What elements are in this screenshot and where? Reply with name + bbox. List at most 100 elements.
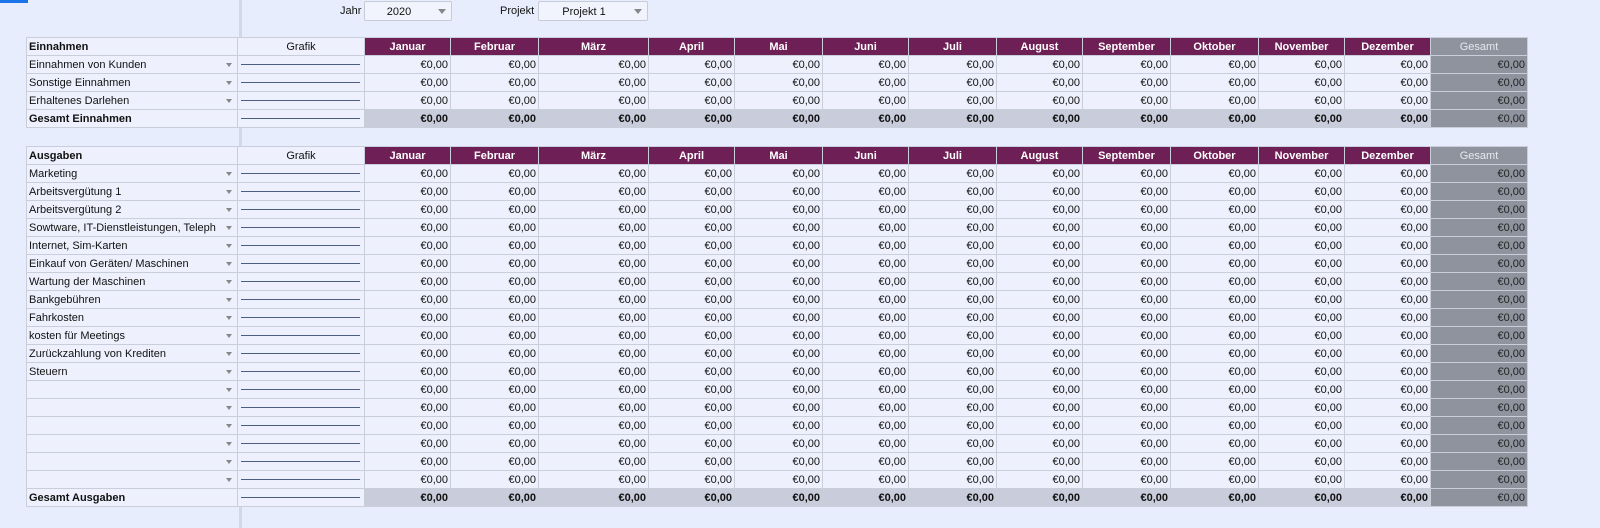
value-cell[interactable]: €0,00 (1258, 164, 1345, 183)
value-cell[interactable]: €0,00 (648, 73, 735, 92)
value-cell[interactable]: €0,00 (538, 470, 649, 489)
value-cell[interactable]: €0,00 (450, 344, 539, 363)
chevron-down-icon[interactable] (226, 388, 232, 392)
value-cell[interactable]: €0,00 (364, 344, 451, 363)
value-cell[interactable]: €0,00 (734, 91, 823, 110)
value-cell[interactable]: €0,00 (996, 91, 1083, 110)
value-cell[interactable]: €0,00 (1258, 326, 1345, 345)
value-cell[interactable]: €0,00 (648, 290, 735, 309)
value-cell[interactable]: €0,00 (1258, 398, 1345, 417)
value-cell[interactable]: €0,00 (538, 109, 649, 128)
value-cell[interactable]: €0,00 (1258, 416, 1345, 435)
value-cell[interactable]: €0,00 (450, 218, 539, 237)
value-cell[interactable]: €0,00 (822, 488, 909, 507)
category-cell[interactable]: Internet, Sim-Karten (26, 236, 238, 255)
value-cell[interactable]: €0,00 (908, 326, 997, 345)
value-cell[interactable]: €0,00 (1258, 452, 1345, 471)
value-cell[interactable]: €0,00 (1082, 182, 1171, 201)
value-cell[interactable]: €0,00 (1170, 200, 1259, 219)
value-cell[interactable]: €0,00 (538, 182, 649, 201)
value-cell[interactable]: €0,00 (1170, 326, 1259, 345)
value-cell[interactable]: €0,00 (1170, 434, 1259, 453)
value-cell[interactable]: €0,00 (1344, 200, 1431, 219)
value-cell[interactable]: €0,00 (1082, 290, 1171, 309)
value-cell[interactable]: €0,00 (1170, 344, 1259, 363)
value-cell[interactable]: €0,00 (648, 182, 735, 201)
value-cell[interactable]: €0,00 (822, 434, 909, 453)
value-cell[interactable]: €0,00 (734, 73, 823, 92)
value-cell[interactable]: €0,00 (450, 488, 539, 507)
value-cell[interactable]: €0,00 (822, 362, 909, 381)
value-cell[interactable]: €0,00 (996, 272, 1083, 291)
value-cell[interactable]: €0,00 (1082, 236, 1171, 255)
category-cell[interactable]: Einnahmen von Kunden (26, 55, 238, 74)
value-cell[interactable]: €0,00 (648, 380, 735, 399)
value-cell[interactable]: €0,00 (1258, 91, 1345, 110)
value-cell[interactable]: €0,00 (450, 272, 539, 291)
value-cell[interactable]: €0,00 (450, 200, 539, 219)
category-cell[interactable]: Erhaltenes Darlehen (26, 91, 238, 110)
value-cell[interactable]: €0,00 (1258, 200, 1345, 219)
value-cell[interactable]: €0,00 (364, 254, 451, 273)
value-cell[interactable]: €0,00 (538, 254, 649, 273)
value-cell[interactable]: €0,00 (908, 218, 997, 237)
chevron-down-icon[interactable] (226, 226, 232, 230)
value-cell[interactable]: €0,00 (364, 470, 451, 489)
category-cell[interactable]: kosten für Meetings (26, 326, 238, 345)
value-cell[interactable]: €0,00 (734, 380, 823, 399)
value-cell[interactable]: €0,00 (1170, 218, 1259, 237)
value-cell[interactable]: €0,00 (822, 236, 909, 255)
value-cell[interactable]: €0,00 (1258, 182, 1345, 201)
value-cell[interactable]: €0,00 (1344, 452, 1431, 471)
value-cell[interactable]: €0,00 (908, 55, 997, 74)
value-cell[interactable]: €0,00 (908, 73, 997, 92)
value-cell[interactable]: €0,00 (996, 55, 1083, 74)
value-cell[interactable]: €0,00 (648, 326, 735, 345)
value-cell[interactable]: €0,00 (996, 236, 1083, 255)
value-cell[interactable]: €0,00 (648, 55, 735, 74)
value-cell[interactable]: €0,00 (996, 182, 1083, 201)
value-cell[interactable]: €0,00 (1344, 308, 1431, 327)
value-cell[interactable]: €0,00 (450, 236, 539, 255)
value-cell[interactable]: €0,00 (450, 380, 539, 399)
project-select[interactable]: Projekt 1 (538, 1, 648, 21)
chevron-down-icon[interactable] (226, 190, 232, 194)
value-cell[interactable]: €0,00 (822, 73, 909, 92)
value-cell[interactable]: €0,00 (734, 164, 823, 183)
value-cell[interactable]: €0,00 (364, 326, 451, 345)
value-cell[interactable]: €0,00 (538, 218, 649, 237)
category-cell[interactable] (26, 398, 238, 417)
category-cell[interactable]: Sowtware, IT-Dienstleistungen, Teleph (26, 218, 238, 237)
value-cell[interactable]: €0,00 (1344, 254, 1431, 273)
value-cell[interactable]: €0,00 (822, 254, 909, 273)
value-cell[interactable]: €0,00 (538, 380, 649, 399)
value-cell[interactable]: €0,00 (450, 164, 539, 183)
value-cell[interactable]: €0,00 (734, 362, 823, 381)
value-cell[interactable]: €0,00 (648, 236, 735, 255)
category-cell[interactable] (26, 380, 238, 399)
value-cell[interactable]: €0,00 (364, 109, 451, 128)
value-cell[interactable]: €0,00 (734, 218, 823, 237)
value-cell[interactable]: €0,00 (364, 73, 451, 92)
value-cell[interactable]: €0,00 (538, 91, 649, 110)
value-cell[interactable]: €0,00 (1082, 109, 1171, 128)
value-cell[interactable]: €0,00 (1082, 470, 1171, 489)
value-cell[interactable]: €0,00 (908, 91, 997, 110)
value-cell[interactable]: €0,00 (364, 91, 451, 110)
value-cell[interactable]: €0,00 (1344, 73, 1431, 92)
value-cell[interactable]: €0,00 (364, 308, 451, 327)
value-cell[interactable]: €0,00 (450, 73, 539, 92)
value-cell[interactable]: €0,00 (734, 182, 823, 201)
value-cell[interactable]: €0,00 (648, 470, 735, 489)
value-cell[interactable]: €0,00 (1344, 272, 1431, 291)
value-cell[interactable]: €0,00 (822, 290, 909, 309)
value-cell[interactable]: €0,00 (908, 290, 997, 309)
value-cell[interactable]: €0,00 (822, 91, 909, 110)
value-cell[interactable]: €0,00 (822, 272, 909, 291)
value-cell[interactable]: €0,00 (1344, 470, 1431, 489)
value-cell[interactable]: €0,00 (734, 308, 823, 327)
category-cell[interactable]: Marketing (26, 164, 238, 183)
value-cell[interactable]: €0,00 (822, 326, 909, 345)
value-cell[interactable]: €0,00 (1082, 326, 1171, 345)
value-cell[interactable]: €0,00 (648, 416, 735, 435)
